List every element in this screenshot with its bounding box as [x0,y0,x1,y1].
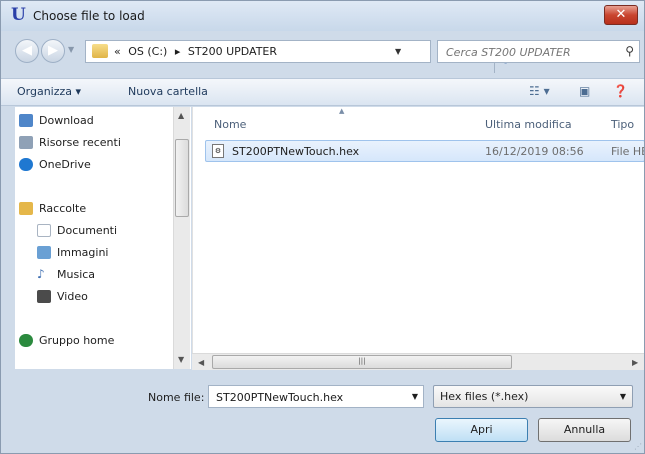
nav-item-recent[interactable]: Risorse recenti [19,136,121,149]
scroll-right-icon[interactable]: ▶ [632,358,638,367]
search-icon[interactable]: ⚲ [625,44,634,58]
address-dropdown-icon[interactable]: ▼ [395,47,401,56]
breadcrumb-folder[interactable]: ST200 UPDATER [188,45,277,58]
forward-button[interactable]: ▶ [41,39,65,63]
nav-item-label: Raccolte [39,202,87,215]
sort-ascending-icon: ▲ [339,107,345,115]
search-input[interactable] [444,42,614,62]
nav-item-label: Gruppo home [39,334,115,347]
column-header-type[interactable]: Tipo [611,118,634,131]
cancel-button[interactable]: Annulla [538,418,631,442]
nav-item-pictures[interactable]: Immagini [37,246,109,259]
app-icon: U [11,5,26,25]
folder-icon [92,44,108,58]
nav-item-label: Download [39,114,94,127]
music-icon: ♪ [37,267,45,281]
breadcrumb-drive[interactable]: OS (C:) [128,45,167,58]
resize-grip-icon[interactable]: ⋰ [634,442,642,451]
table-row[interactable]: ⚙ ST200PTNewTouch.hex 16/12/2019 08:56 F… [205,140,644,162]
file-list-h-scroll-thumb[interactable]: ||| [212,355,512,369]
scroll-down-icon[interactable]: ▼ [178,355,184,364]
libraries-icon [19,202,33,215]
download-folder-icon [19,114,33,127]
file-name: ST200PTNewTouch.hex [232,145,360,158]
close-button[interactable]: ✕ [604,5,638,25]
nav-item-libraries[interactable]: Raccolte [19,202,87,215]
nav-item-label: Immagini [57,246,109,259]
nav-item-label: Risorse recenti [39,136,121,149]
recent-pages-chevron-icon[interactable]: ▼ [68,45,74,54]
filename-combobox[interactable]: ▼ [208,385,424,408]
hex-file-icon: ⚙ [212,144,224,158]
search-box[interactable]: ⚲ [437,40,640,63]
back-button[interactable]: ◀ [15,39,39,63]
filename-input[interactable] [214,387,404,407]
file-list: Nome ▲ Ultima modifica Tipo ⚙ ST200PTNew… [192,107,644,353]
view-options-icon[interactable]: ☷ ▾ [529,84,550,98]
scroll-left-icon[interactable]: ◀ [198,358,204,367]
recent-places-icon [19,136,33,149]
breadcrumb-overflow[interactable]: « [114,45,121,58]
open-button[interactable]: Apri [435,418,528,442]
nav-item-label: Video [57,290,88,303]
column-header-name[interactable]: Nome [214,118,246,131]
window-title: Choose file to load [33,9,145,23]
nav-item-music[interactable]: ♪ Musica [37,268,96,282]
address-bar[interactable]: « OS (C:) ▸ ST200 UPDATER ▼ ⟳ [85,40,511,73]
nav-item-video[interactable]: Video [37,290,88,303]
file-type-filter[interactable]: Hex files (*.hex) ▼ [433,385,633,408]
file-list-h-scrollbar[interactable]: ◀ ||| ▶ [192,353,644,370]
file-open-dialog: U Choose file to load ✕ ◀ ▶ ▼ « OS (C:) … [0,0,645,454]
scroll-up-icon[interactable]: ▲ [178,111,184,120]
organize-button[interactable]: Organizza ▾ [17,85,81,98]
file-type: File HE [611,145,644,158]
breadcrumb: « OS (C:) ▸ ST200 UPDATER [114,45,281,58]
filter-dropdown-icon[interactable]: ▼ [620,392,626,401]
help-icon[interactable]: ❓ [613,84,628,98]
navigation-pane: Download Risorse recenti OneDrive Raccol… [15,107,191,369]
nav-scroll-thumb[interactable] [175,139,189,217]
nav-item-homegroup[interactable]: Gruppo home [19,334,115,347]
new-folder-button[interactable]: Nuova cartella [128,85,208,98]
cloud-icon [19,158,33,171]
nav-item-label: Documenti [57,224,118,237]
file-modified: 16/12/2019 08:56 [485,145,584,158]
nav-item-download[interactable]: Download [19,114,94,127]
nav-item-documents[interactable]: Documenti [37,224,118,237]
toolbar: Organizza ▾ Nuova cartella ☷ ▾ ▣ ❓ [1,78,644,106]
title-bar: U Choose file to load ✕ [1,1,644,31]
nav-item-onedrive[interactable]: OneDrive [19,158,91,171]
column-header-modified[interactable]: Ultima modifica [485,118,572,131]
filename-label: Nome file: [148,391,205,404]
video-icon [37,290,51,303]
documents-icon [37,224,51,237]
file-type-filter-value: Hex files (*.hex) [440,390,529,403]
breadcrumb-separator-icon[interactable]: ▸ [175,45,181,58]
preview-pane-icon[interactable]: ▣ [579,84,590,98]
homegroup-icon [19,334,33,347]
nav-scrollbar[interactable]: ▲ ▼ [173,107,190,369]
filename-dropdown-icon[interactable]: ▼ [412,392,418,401]
nav-item-label: Musica [57,268,96,281]
address-row: ◀ ▶ ▼ « OS (C:) ▸ ST200 UPDATER ▼ ⟳ ⚲ [1,31,644,73]
pictures-icon [37,246,51,259]
nav-item-label: OneDrive [39,158,91,171]
